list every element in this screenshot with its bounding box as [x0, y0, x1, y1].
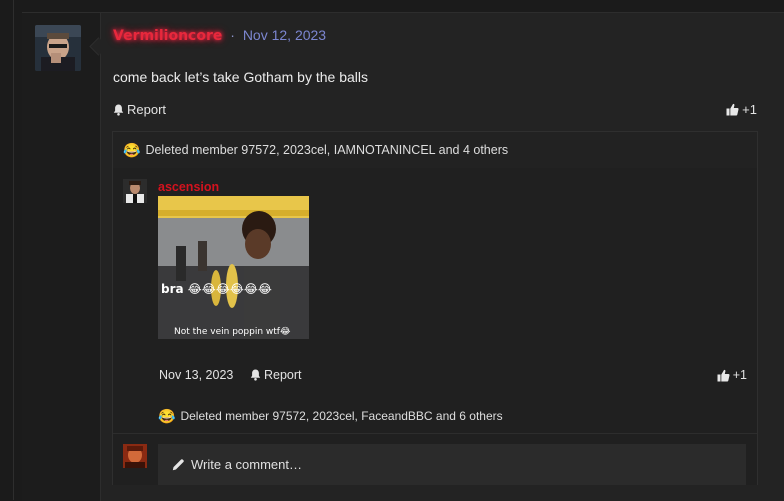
pencil-icon	[172, 458, 185, 471]
comment-like-count: +1	[732, 368, 747, 382]
report-label: Report	[127, 102, 167, 117]
comment-avatar[interactable]	[123, 179, 147, 203]
post-message: come back let’s take Gotham by the balls	[113, 69, 368, 85]
write-comment-placeholder: Write a comment…	[191, 457, 303, 472]
reactions-list[interactable]: Deleted member 97572, 2023cel, IAMNOTANI…	[145, 143, 508, 157]
reactions-bar[interactable]: 😂 Deleted member 97572, 2023cel, IAMNOTA…	[112, 131, 758, 169]
comments-section: ascension bra 😂😂😂😂😂😂 Not the vein poppin…	[112, 168, 758, 485]
post-user-column	[22, 13, 101, 501]
comment-image[interactable]: bra 😂😂😂😂😂😂 Not the vein poppin wtf😂	[158, 196, 309, 339]
comment-username[interactable]: ascension	[158, 180, 219, 194]
avatar[interactable]	[35, 25, 81, 71]
laughing-emoji-icon: 😂	[158, 408, 176, 424]
page-divider	[13, 0, 14, 500]
bell-icon	[113, 104, 124, 116]
post-meta: Vermilioncore · Nov 12, 2023	[113, 27, 326, 44]
write-comment-input[interactable]: Write a comment…	[158, 444, 746, 485]
bell-icon	[250, 369, 261, 381]
like-count: +1	[742, 102, 757, 117]
comment-date[interactable]: Nov 13, 2023	[159, 368, 233, 382]
comment-reactions-list[interactable]: Deleted member 97572, 2023cel, FaceandBB…	[180, 409, 502, 423]
meta-separator: ·	[230, 27, 235, 43]
thumbs-up-icon	[717, 369, 730, 382]
comment-like-button[interactable]: +1	[717, 368, 747, 382]
report-button[interactable]: Report	[113, 102, 166, 117]
thumbs-up-icon	[726, 103, 739, 116]
comment-report-label: Report	[264, 368, 302, 382]
laughing-emoji-icon: 😂	[123, 142, 141, 158]
reactions-summary[interactable]: 😂 Deleted member 97572, 2023cel, IAMNOTA…	[123, 143, 508, 157]
comment-report-button[interactable]: Report	[250, 368, 302, 382]
post-date[interactable]: Nov 12, 2023	[243, 27, 326, 43]
image-caption-top: bra 😂😂😂😂😂😂	[161, 282, 272, 296]
image-caption-bottom: Not the vein poppin wtf😂	[174, 326, 291, 337]
comment-composer-row: Write a comment…	[113, 433, 757, 485]
post-content: Vermilioncore · Nov 12, 2023 come back l…	[101, 13, 784, 501]
comment-reactions-summary[interactable]: 😂 Deleted member 97572, 2023cel, Faceand…	[158, 409, 503, 423]
post-username[interactable]: Vermilioncore	[113, 28, 222, 44]
post-card: Vermilioncore · Nov 12, 2023 come back l…	[22, 12, 784, 501]
like-button[interactable]: +1	[726, 102, 757, 117]
current-user-avatar	[123, 444, 147, 468]
